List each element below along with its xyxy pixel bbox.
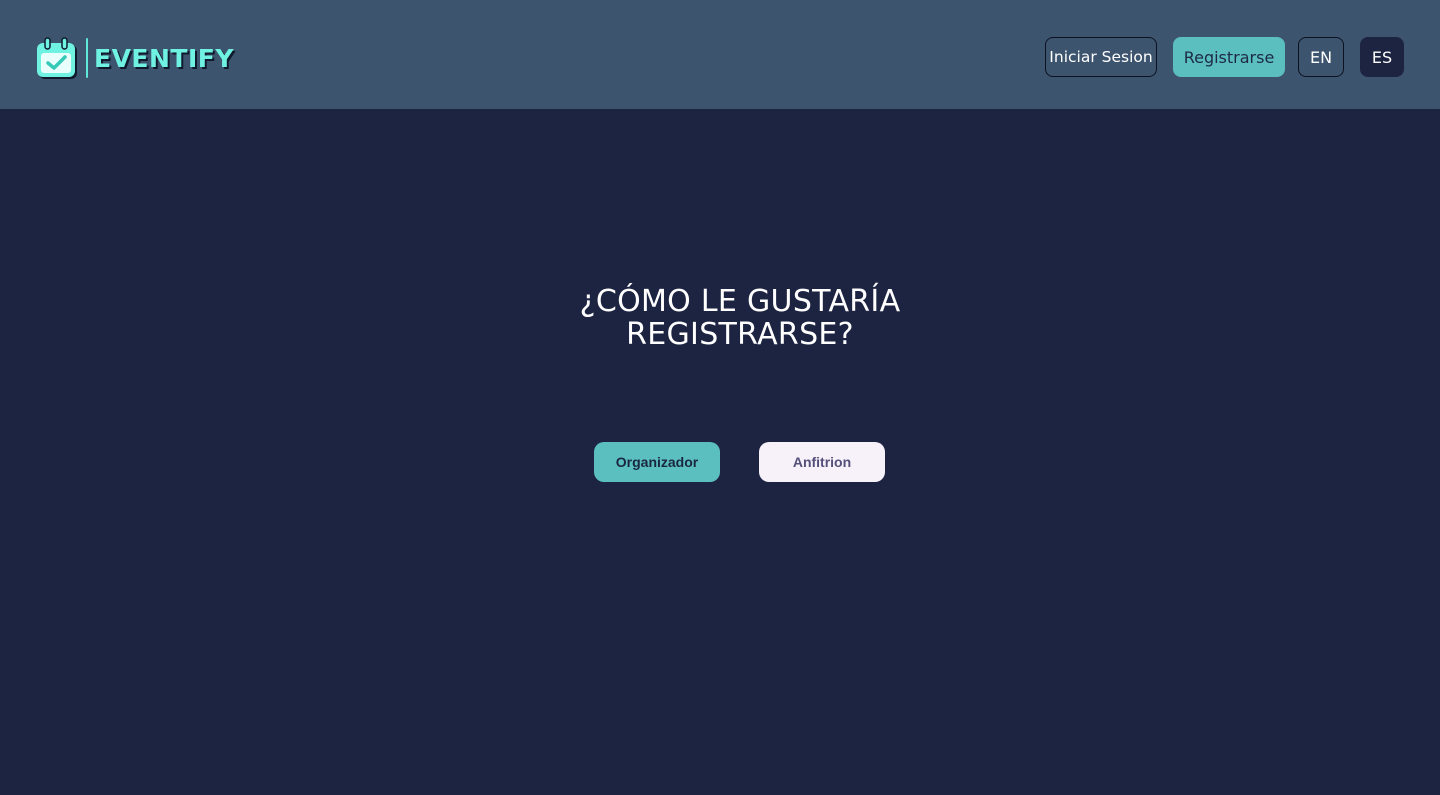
calendar-check-icon xyxy=(36,36,78,80)
register-button[interactable]: Registrarse xyxy=(1173,37,1285,77)
top-header: EVENTIFY Iniciar Sesion Registrarse EN E… xyxy=(0,0,1440,109)
brand-name: EVENTIFY xyxy=(94,43,234,73)
organizer-option-button[interactable]: Organizador xyxy=(594,442,720,482)
page-title: ¿CÓMO LE GUSTARÍA REGISTRARSE? xyxy=(579,284,901,352)
logo-divider xyxy=(86,38,88,78)
language-es-button[interactable]: ES xyxy=(1360,37,1404,77)
header-nav: Iniciar Sesion Registrarse EN ES xyxy=(1045,37,1404,77)
brand-logo[interactable]: EVENTIFY xyxy=(36,36,234,80)
language-en-button[interactable]: EN xyxy=(1298,37,1344,77)
host-option-button[interactable]: Anfitrion xyxy=(759,442,885,482)
login-button[interactable]: Iniciar Sesion xyxy=(1045,37,1157,77)
